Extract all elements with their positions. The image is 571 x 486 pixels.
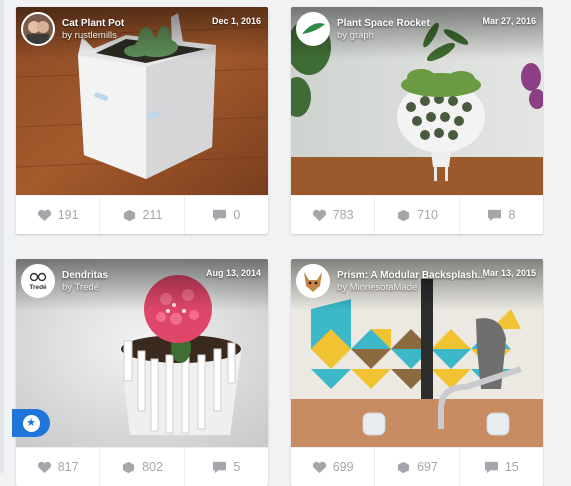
comment-button[interactable]: 8 [460, 196, 543, 234]
creator-name[interactable]: by MinnesotaMade [337, 282, 417, 293]
collect-button[interactable]: 211 [100, 196, 185, 234]
comment-count: 8 [508, 208, 516, 222]
thing-title[interactable]: Dendritas [62, 270, 108, 281]
heart-icon [312, 209, 326, 221]
comment-button[interactable]: 15 [460, 448, 543, 486]
collect-button[interactable]: 697 [375, 448, 460, 486]
collect-count: 802 [142, 460, 163, 474]
thing-card-plant-space-rocket[interactable]: Plant Space Rocket by graph Mar 27, 2016… [291, 7, 543, 234]
heart-icon [37, 209, 51, 221]
like-button[interactable]: 817 [16, 448, 101, 486]
creator-name[interactable]: by rustlemills [62, 30, 117, 41]
like-count: 699 [332, 460, 354, 474]
creator-avatar[interactable] [296, 12, 330, 46]
creator-avatar[interactable] [296, 264, 330, 298]
creator-name[interactable]: by graph [337, 30, 374, 41]
cube-icon [397, 209, 410, 221]
heart-icon [37, 461, 51, 473]
thumbnail-image[interactable]: Cat Plant Pot by rustlemills Dec 1, 2016 [16, 7, 268, 195]
thing-title[interactable]: Cat Plant Pot [62, 18, 124, 29]
comment-icon [488, 209, 502, 221]
thumbnail-image[interactable]: Tredé Dendritas by Tredé Aug 13, 2014 [16, 259, 268, 447]
collect-button[interactable]: 710 [375, 196, 460, 234]
thing-card-cat-plant-pot[interactable]: Cat Plant Pot by rustlemills Dec 1, 2016… [16, 7, 268, 234]
comment-button[interactable]: 0 [185, 196, 268, 234]
comment-button[interactable]: 5 [185, 448, 268, 486]
date-label: Mar 13, 2015 [482, 268, 536, 278]
thing-title[interactable]: Prism: A Modular Backsplash... [337, 270, 486, 281]
stats-bar: 699 697 15 [291, 447, 543, 486]
stats-bar: 191 211 0 [16, 195, 268, 234]
cube-icon [123, 209, 135, 221]
creator-name[interactable]: by Tredé [62, 282, 99, 293]
star-icon: ★ [22, 414, 40, 432]
like-button[interactable]: 783 [291, 196, 376, 234]
thumbnail-image[interactable]: Plant Space Rocket by graph Mar 27, 2016 [291, 7, 543, 195]
collect-count: 211 [142, 208, 163, 222]
comment-icon [213, 461, 227, 473]
collect-count: 697 [417, 460, 438, 474]
stats-bar: 817 802 5 [16, 447, 268, 486]
thumbnail-image[interactable]: Prism: A Modular Backsplash... by Minnes… [291, 259, 543, 447]
collect-button[interactable]: 802 [100, 448, 185, 486]
comment-count: 0 [233, 208, 241, 222]
avatar-text: Tredé [29, 284, 47, 291]
thing-card-dendritas[interactable]: Tredé Dendritas by Tredé Aug 13, 2014 81… [16, 259, 268, 486]
like-count: 191 [57, 208, 79, 222]
stats-bar: 783 710 8 [291, 195, 543, 234]
heart-icon [312, 461, 326, 473]
collect-count: 710 [417, 208, 438, 222]
like-count: 783 [332, 208, 354, 222]
comment-icon [484, 461, 498, 473]
date-label: Mar 27, 2016 [482, 16, 536, 26]
thing-card-prism-backsplash[interactable]: Prism: A Modular Backsplash... by Minnes… [291, 259, 543, 486]
creator-avatar[interactable]: Tredé [21, 264, 55, 298]
date-label: Dec 1, 2016 [211, 16, 261, 26]
like-count: 817 [57, 460, 79, 474]
like-button[interactable]: 191 [16, 196, 101, 234]
date-label: Aug 13, 2014 [205, 268, 261, 278]
thing-title[interactable]: Plant Space Rocket [337, 18, 430, 29]
comment-count: 5 [233, 460, 241, 474]
comment-count: 15 [504, 460, 519, 474]
comment-icon [213, 209, 227, 221]
floating-badge-button[interactable]: ★ [12, 409, 50, 437]
cube-icon [397, 461, 410, 473]
cube-icon [122, 461, 135, 473]
like-button[interactable]: 699 [291, 448, 376, 486]
creator-avatar[interactable] [21, 12, 55, 46]
left-rail [0, 0, 4, 473]
